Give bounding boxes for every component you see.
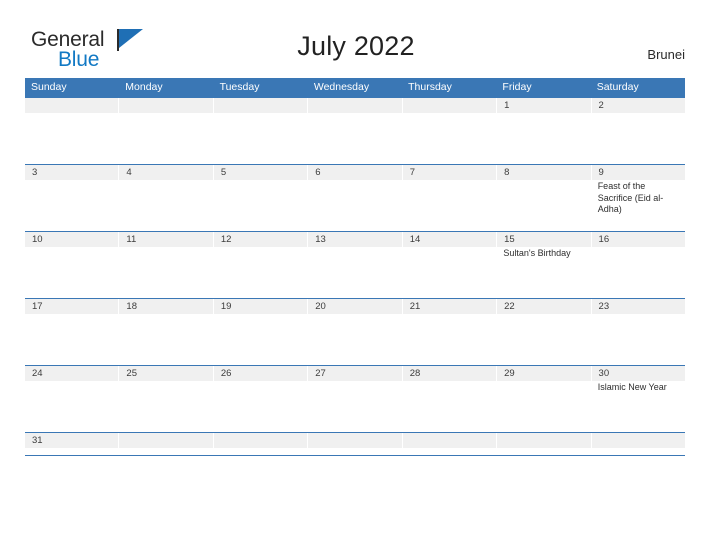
day-events (119, 248, 213, 260)
day-events: Feast of the Sacrifice (Eid al-Adha) (591, 181, 685, 216)
week-event-band: Feast of the Sacrifice (Eid al-Adha) (25, 181, 685, 216)
day-number[interactable]: 29 (497, 366, 592, 381)
day-events: Sultan's Birthday (496, 248, 590, 260)
weekday-monday: Monday (125, 81, 163, 93)
day-events (308, 382, 402, 394)
day-number[interactable]: 22 (497, 299, 592, 314)
day-number[interactable]: 20 (308, 299, 403, 314)
day-number[interactable]: 10 (25, 232, 120, 247)
weekday-tuesday: Tuesday (219, 81, 260, 93)
holiday-event-label: Sultan's Birthday (503, 248, 571, 258)
week-number-band: 17 18 19 20 21 22 23 (25, 299, 685, 314)
day-number[interactable]: 13 (308, 232, 403, 247)
weekday-friday: Friday (502, 81, 532, 93)
calendar-week-row: 31 (25, 432, 685, 455)
weekday-thursday: Thursday (408, 81, 452, 93)
weekday-sunday: Sunday (31, 81, 67, 93)
day-events (496, 181, 590, 216)
day-cell-empty (25, 98, 120, 113)
day-number[interactable]: 24 (25, 366, 120, 381)
calendar-week-row: 12 (25, 97, 685, 164)
day-number[interactable]: 5 (214, 165, 309, 180)
day-cell-empty (119, 98, 214, 113)
day-number[interactable]: 4 (119, 165, 214, 180)
day-number[interactable]: 27 (308, 366, 403, 381)
weekday-wednesday: Wednesday (313, 81, 370, 93)
day-number[interactable]: 9 (592, 165, 685, 180)
week-number-band: 3456789 (25, 165, 685, 180)
day-events (25, 382, 119, 394)
calendar-week-row: 10 11 12 13 14 15 16 Sultan's Birthday (25, 231, 685, 298)
day-number[interactable]: 8 (497, 165, 592, 180)
day-events (402, 382, 496, 394)
day-number[interactable]: 28 (403, 366, 498, 381)
day-events (214, 248, 308, 260)
day-events (25, 181, 119, 216)
calendar-bottom-border (25, 455, 685, 456)
holiday-event-label: Feast of the Sacrifice (Eid al-Adha) (597, 181, 664, 214)
day-number[interactable]: 18 (119, 299, 214, 314)
day-number[interactable]: 31 (25, 433, 120, 448)
day-cell-empty (214, 98, 309, 113)
weekday-saturday: Saturday (596, 81, 639, 93)
page-header: General Blue July 2022 Brunei (0, 0, 712, 76)
day-number[interactable]: 25 (119, 366, 214, 381)
day-number[interactable]: 14 (403, 232, 498, 247)
week-number-band: 31 (25, 433, 685, 448)
day-number[interactable]: 11 (119, 232, 214, 247)
day-number[interactable]: 7 (403, 165, 498, 180)
day-number[interactable]: 3 (25, 165, 120, 180)
day-events (402, 248, 496, 260)
day-number[interactable]: 16 (592, 232, 685, 247)
day-events: Islamic New Year (591, 382, 685, 394)
day-number[interactable]: 21 (403, 299, 498, 314)
calendar-week-row: 3 4 5 6 7 8 9 Feast of the Sacrifice (Eid al-Ad… (25, 164, 685, 231)
day-number[interactable]: 26 (214, 366, 309, 381)
calendar-page: General Blue July 2022 Brunei Sunday Mon… (0, 0, 712, 550)
day-cell-empty (308, 98, 403, 113)
day-events (119, 181, 213, 216)
day-number[interactable]: 1 (497, 98, 592, 113)
holiday-event-label: Islamic New Year (597, 382, 667, 392)
day-number[interactable]: 30 (592, 366, 685, 381)
week-number-band: 12 (25, 98, 685, 113)
day-number[interactable]: 23 (592, 299, 685, 314)
region-label: Brunei (647, 47, 685, 62)
day-number[interactable]: 15 (497, 232, 592, 247)
week-number-band: 10 11 12 13 14 15 16 (25, 232, 685, 247)
day-number[interactable]: 19 (214, 299, 309, 314)
weekday-header-row: Sunday Monday Tuesday Wednesday Thursday… (25, 78, 685, 97)
day-number[interactable]: 2 (592, 98, 685, 113)
page-title: July 2022 (297, 31, 415, 61)
calendar-week-row: 17 18 19 20 21 22 23 (25, 298, 685, 365)
day-number[interactable]: 6 (308, 165, 403, 180)
day-events (308, 181, 402, 216)
day-events (308, 248, 402, 260)
day-cell-empty (497, 433, 592, 448)
day-cell-empty (403, 433, 498, 448)
day-events (402, 181, 496, 216)
week-event-band: Islamic New Year (25, 382, 685, 394)
day-events (496, 382, 590, 394)
calendar-grid: Sunday Monday Tuesday Wednesday Thursday… (25, 78, 685, 456)
day-cell-empty (119, 433, 214, 448)
day-cell-empty (403, 98, 498, 113)
day-events (25, 248, 119, 260)
day-events (214, 181, 308, 216)
calendar-week-row: 24 25 26 27 28 29 30 Islamic New Year (25, 365, 685, 432)
day-events (591, 248, 685, 260)
day-number[interactable]: 12 (214, 232, 309, 247)
day-cell-empty (592, 433, 685, 448)
day-cell-empty (214, 433, 309, 448)
day-number[interactable]: 17 (25, 299, 120, 314)
day-events (214, 382, 308, 394)
week-number-band: 24 25 26 27 28 29 30 (25, 366, 685, 381)
day-cell-empty (308, 433, 403, 448)
week-event-band: Sultan's Birthday (25, 248, 685, 260)
day-events (119, 382, 213, 394)
calendar-weeks: 1 2 3 4 5 6 7 8 9 Feast of the Sacrifice (Eid al-… (25, 97, 685, 455)
